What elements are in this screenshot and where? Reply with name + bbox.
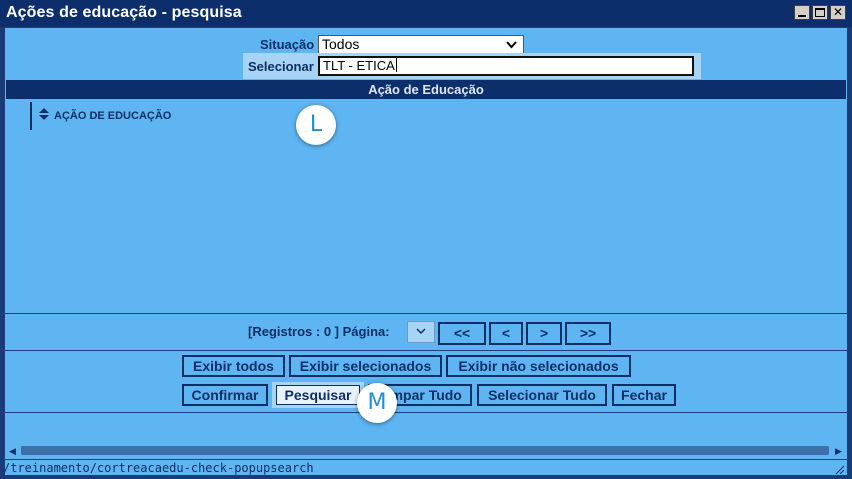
scroll-left-icon[interactable]: ◀: [9, 446, 16, 457]
selecionar-input[interactable]: TLT - ETICA: [318, 56, 694, 76]
annotation-marker-m: M: [357, 383, 397, 423]
divider: [5, 313, 847, 314]
column-label: AÇÃO DE EDUCAÇÃO: [54, 110, 172, 122]
scroll-right-icon[interactable]: ▶: [835, 446, 842, 457]
first-page-button[interactable]: <<: [438, 322, 486, 345]
column-header[interactable]: AÇÃO DE EDUCAÇÃO: [30, 102, 171, 130]
status-url: /treinamento/cortreacaedu-check-popupsea…: [3, 461, 314, 475]
minimize-button[interactable]: [794, 5, 810, 20]
text-caret: [395, 58, 397, 72]
exibir-nao-selecionados-button[interactable]: Exibir não selecionados: [446, 355, 631, 377]
status-bar: /treinamento/cortreacaedu-check-popupsea…: [3, 459, 847, 475]
divider: [5, 350, 847, 351]
selecionar-label: Selecionar: [248, 59, 314, 74]
maximize-icon: [815, 8, 825, 17]
horizontal-scrollbar[interactable]: ◀ ▶: [5, 443, 847, 458]
close-icon: ✕: [832, 5, 844, 19]
page-select[interactable]: [407, 321, 435, 343]
minimize-icon: [798, 15, 806, 17]
pesquisar-label: Pesquisar: [276, 385, 360, 405]
next-page-button[interactable]: >: [526, 322, 562, 345]
chevron-down-icon: [416, 326, 426, 338]
situacao-select[interactable]: Todos: [318, 35, 524, 54]
dialog-body: Situação Todos Selecionar TLT - ETICA Aç…: [3, 27, 848, 475]
title-bar[interactable]: Ações de educação - pesquisa ✕: [0, 0, 852, 27]
fechar-button[interactable]: Fechar: [612, 384, 676, 406]
records-count: [Registros : 0 ] Página:: [248, 324, 390, 339]
window-title: Ações de educação - pesquisa: [6, 4, 242, 21]
grid-header: Ação de Educação: [6, 80, 846, 99]
sort-icon[interactable]: [38, 107, 50, 121]
maximize-button[interactable]: [812, 5, 828, 20]
close-button[interactable]: ✕: [830, 5, 846, 20]
selecionar-value: TLT - ETICA: [323, 58, 395, 73]
pesquisar-button[interactable]: Pesquisar: [272, 382, 364, 408]
divider: [5, 412, 847, 413]
previous-page-button[interactable]: <: [489, 322, 523, 345]
popup-window: Ações de educação - pesquisa ✕ Situação …: [0, 0, 852, 479]
confirmar-button[interactable]: Confirmar: [182, 384, 268, 406]
exibir-selecionados-button[interactable]: Exibir selecionados: [289, 355, 442, 377]
last-page-button[interactable]: >>: [565, 322, 611, 345]
resize-grip-icon[interactable]: [833, 462, 845, 475]
scrollbar-thumb[interactable]: [21, 446, 829, 455]
situacao-value: Todos: [322, 36, 360, 52]
situacao-label: Situação: [260, 37, 315, 52]
annotation-marker-l: L: [296, 105, 336, 145]
exibir-todos-button[interactable]: Exibir todos: [182, 355, 285, 377]
selecionar-tudo-button[interactable]: Selecionar Tudo: [477, 384, 607, 406]
